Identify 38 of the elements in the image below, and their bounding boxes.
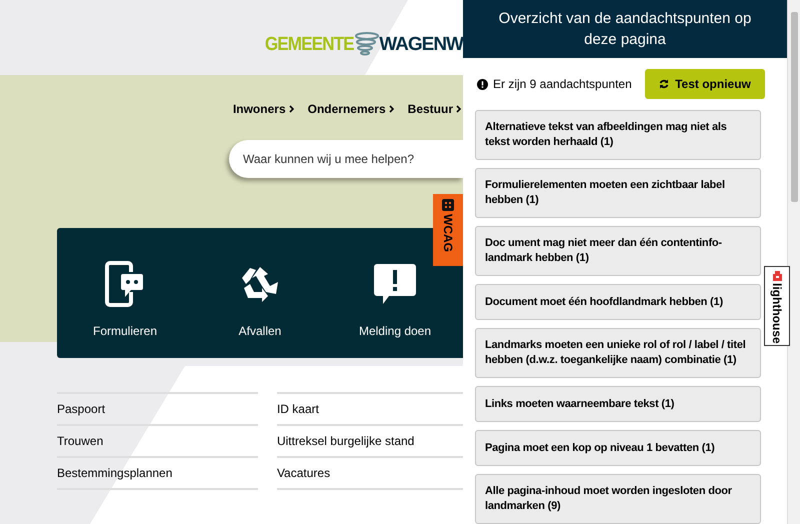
issue-item[interactable]: Landmarks moeten een unieke rol of rol / label / titel hebben (d.w.z. toegankelijke naam) combinatie (1) <box>475 328 761 378</box>
issue-item[interactable]: Formulierelementen moeten een zichtbaar label hebben (1) <box>475 168 761 218</box>
chevron-icon <box>456 105 461 113</box>
scrollbar-thumb[interactable] <box>790 12 798 202</box>
quick-link-tile[interactable]: Formulieren <box>67 260 183 340</box>
issue-item[interactable]: Alternatieve tekst van afbeeldingen mag niet als tekst worden herhaald (1) <box>475 110 761 160</box>
phone-chat-icon <box>105 261 145 307</box>
issue-item[interactable]: Alle pagina-inhoud moet worden ingesloten door landmarken (9) <box>475 474 761 524</box>
issue-item[interactable]: Document moet één hoofdlandmark hebben (1) <box>475 284 761 320</box>
quick-link-tile[interactable]: Afvallen <box>202 260 318 340</box>
logo-text: GEMEENTE <box>264 32 354 57</box>
nav-link[interactable]: Ondernemers <box>308 100 394 118</box>
nav-link[interactable]: Bestuur <box>408 100 461 118</box>
lighthouse-icon <box>772 271 782 281</box>
grid-icon <box>442 199 454 211</box>
page-link[interactable]: Paspoort <box>57 400 106 418</box>
chevron-icon <box>288 105 294 113</box>
page-link[interactable]: Trouwen <box>57 432 104 450</box>
wcag-tab[interactable]: WCAG <box>433 194 463 266</box>
alert-icon <box>477 78 488 90</box>
page-link[interactable]: Uittreksel burgelijke stand <box>276 432 414 450</box>
chevron-icon <box>388 105 394 113</box>
issue-item[interactable]: Doc ument mag niet meer dan één contentinfo-landmark hebben (1) <box>475 226 761 276</box>
logo-text: WAGENW <box>379 32 463 57</box>
issue-summary: Er zijn 9 aandachtspunten <box>493 76 632 93</box>
search-field[interactable]: Waar kunnen wij u mee helpen? <box>229 140 463 178</box>
page-link[interactable]: Bestemmingsplannen <box>57 464 172 482</box>
refresh-icon <box>659 79 670 89</box>
issue-item[interactable]: Links moeten waarneembare tekst (1) <box>475 386 761 422</box>
page-link[interactable]: ID kaart <box>276 400 319 418</box>
lighthouse-tab[interactable]: lighthouse <box>764 266 790 346</box>
alert-bubble-icon <box>373 262 417 306</box>
issue-item[interactable]: Pagina moet een kop op niveau 1 bevatten (1) <box>475 430 761 466</box>
panel-title: Overzicht van de aandachtspunten op deze pagina <box>498 9 752 50</box>
nav-link[interactable]: Inwoners <box>232 100 294 118</box>
page-link[interactable]: Vacatures <box>276 464 330 482</box>
retest-button[interactable]: Test opnieuw <box>645 69 765 99</box>
recycle-icon <box>240 264 280 304</box>
